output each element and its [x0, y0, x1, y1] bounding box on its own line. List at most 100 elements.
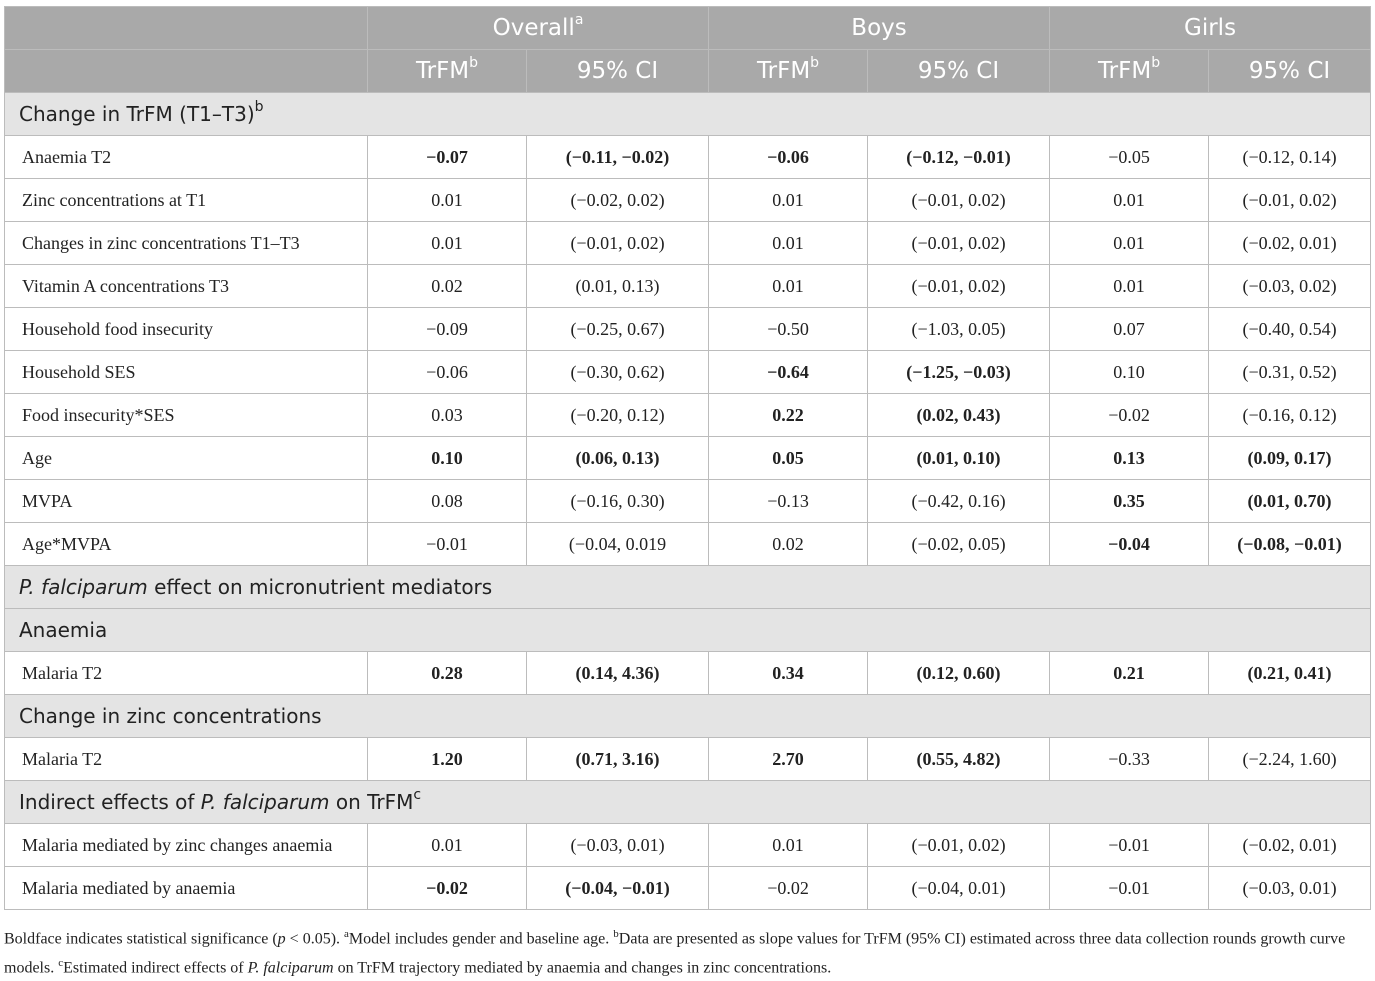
row-label: Malaria T2: [4, 737, 368, 781]
estimate-cell: 0.01: [708, 178, 869, 222]
section-title: Anaemia: [3, 608, 1372, 652]
estimate-cell: −0.06: [367, 350, 527, 394]
group-header-girls: Girls: [1049, 6, 1372, 50]
estimate-cell: 0.02: [708, 522, 869, 566]
estimate-cell: −0.50: [708, 307, 869, 351]
estimate-cell: 0.08: [367, 479, 527, 523]
row-label: Age*MVPA: [4, 522, 368, 566]
estimate-cell: 0.01: [367, 823, 527, 867]
ci-cell: (0.12, 0.60): [867, 651, 1051, 695]
ci-cell: (−0.01, 0.02): [867, 221, 1051, 265]
ci-cell: (−0.03, 0.01): [525, 823, 710, 867]
estimate-cell: 0.13: [1049, 436, 1210, 480]
table-row: Anaemia T2 −0.07 (−0.11, −0.02) −0.06 (−0.12…: [4, 135, 1372, 179]
sub-header-trfm: TrFMb: [708, 49, 869, 93]
group-header-row: Overalla Boys Girls: [4, 6, 1372, 50]
estimate-cell: −0.07: [367, 135, 527, 179]
ci-cell: (−0.02, 0.05): [867, 522, 1051, 566]
section-title: Change in zinc concentrations: [3, 694, 1372, 738]
estimate-cell: 0.22: [708, 393, 869, 437]
ci-cell: (0.09, 0.17): [1208, 436, 1372, 480]
section-title: Change in TrFM (T1–T3)b: [3, 92, 1372, 136]
estimate-cell: 1.20: [367, 737, 527, 781]
sub-header-ci: 95% CI: [1208, 49, 1372, 93]
estimate-cell: 0.10: [367, 436, 527, 480]
group-header-boys: Boys: [708, 6, 1051, 50]
estimate-cell: −0.02: [1049, 393, 1210, 437]
estimate-cell: 0.01: [1049, 178, 1210, 222]
estimate-cell: 0.05: [708, 436, 869, 480]
ci-cell: (−0.30, 0.62): [525, 350, 710, 394]
table-row: Malaria mediated by anaemia −0.02 (−0.04, …: [4, 866, 1372, 910]
ci-cell: (−0.20, 0.12): [525, 393, 710, 437]
table-row: Malaria T2 1.20 (0.71, 3.16) 2.70 (0.55, 4.8…: [4, 737, 1372, 781]
row-label: Household food insecurity: [4, 307, 368, 351]
row-label: Malaria mediated by anaemia: [4, 866, 368, 910]
estimate-cell: 0.01: [367, 221, 527, 265]
row-label: Malaria T2: [4, 651, 368, 695]
table-row: Household food insecurity −0.09 (−0.25, 0.…: [4, 307, 1372, 351]
row-label: Changes in zinc concentrations T1–T3: [4, 221, 368, 265]
estimate-cell: −0.64: [708, 350, 869, 394]
ci-cell: (−0.01, 0.02): [867, 823, 1051, 867]
ci-cell: (−0.01, 0.02): [1208, 178, 1372, 222]
sub-header-row: TrFMb 95% CI TrFMb 95% CI TrFMb 95% CI: [4, 49, 1372, 93]
estimate-cell: −0.05: [1049, 135, 1210, 179]
section-title: P. falciparum effect on micronutrient me…: [3, 565, 1372, 609]
row-label: Vitamin A concentrations T3: [4, 264, 368, 308]
sub-header-ci: 95% CI: [867, 49, 1051, 93]
ci-cell: (−0.16, 0.12): [1208, 393, 1372, 437]
estimate-cell: 0.01: [708, 823, 869, 867]
ci-cell: (−0.01, 0.02): [867, 264, 1051, 308]
ci-cell: (−0.02, 0.01): [1208, 221, 1372, 265]
ci-cell: (−1.25, −0.03): [867, 350, 1051, 394]
ci-cell: (−0.01, 0.02): [867, 178, 1051, 222]
table-row: Food insecurity*SES 0.03 (−0.20, 0.12) 0.22…: [4, 393, 1372, 437]
row-label: Household SES: [4, 350, 368, 394]
table-row: Vitamin A concentrations T3 0.02 (0.01, 0.…: [4, 264, 1372, 308]
estimate-cell: 0.34: [708, 651, 869, 695]
ci-cell: (0.55, 4.82): [867, 737, 1051, 781]
estimate-cell: 0.28: [367, 651, 527, 695]
section-row: P. falciparum effect on micronutrient me…: [3, 565, 1372, 609]
table-row: Household SES −0.06 (−0.30, 0.62) −0.64 (−1.…: [4, 350, 1372, 394]
estimate-cell: 0.01: [1049, 221, 1210, 265]
ci-cell: (0.21, 0.41): [1208, 651, 1372, 695]
estimate-cell: 0.01: [708, 221, 869, 265]
table-row: Zinc concentrations at T1 0.01 (−0.02, 0.0…: [4, 178, 1372, 222]
ci-cell: (−0.04, 0.01): [867, 866, 1051, 910]
estimate-cell: −0.06: [708, 135, 869, 179]
ci-cell: (−0.11, −0.02): [525, 135, 710, 179]
estimate-cell: 0.10: [1049, 350, 1210, 394]
estimate-cell: 0.35: [1049, 479, 1210, 523]
ci-cell: (−0.16, 0.30): [525, 479, 710, 523]
estimate-cell: 0.21: [1049, 651, 1210, 695]
ci-cell: (−0.08, −0.01): [1208, 522, 1372, 566]
estimate-cell: −0.09: [367, 307, 527, 351]
sub-header-trfm: TrFMb: [1049, 49, 1210, 93]
table-row: Changes in zinc concentrations T1–T3 0.01…: [4, 221, 1372, 265]
ci-cell: (−0.12, −0.01): [867, 135, 1051, 179]
header-blank: [4, 6, 368, 50]
ci-cell: (0.71, 3.16): [525, 737, 710, 781]
estimate-cell: 0.01: [367, 178, 527, 222]
estimate-cell: 0.03: [367, 393, 527, 437]
estimate-cell: 0.07: [1049, 307, 1210, 351]
ci-cell: (0.06, 0.13): [525, 436, 710, 480]
ci-cell: (−0.31, 0.52): [1208, 350, 1372, 394]
ci-cell: (−0.04, 0.019: [525, 522, 710, 566]
section-row: Change in TrFM (T1–T3)b: [3, 92, 1372, 136]
sub-header-trfm: TrFMb: [367, 49, 527, 93]
ci-cell: (−2.24, 1.60): [1208, 737, 1372, 781]
group-header-overall: Overalla: [366, 6, 710, 50]
section-row: Change in zinc concentrations: [3, 694, 1372, 738]
ci-cell: (−0.03, 0.01): [1208, 866, 1372, 910]
estimate-cell: −0.01: [1049, 866, 1210, 910]
estimate-cell: −0.02: [367, 866, 527, 910]
ci-cell: (−0.12, 0.14): [1208, 135, 1372, 179]
estimate-cell: −0.01: [1049, 823, 1210, 867]
ci-cell: (−0.42, 0.16): [867, 479, 1051, 523]
estimate-cell: −0.01: [367, 522, 527, 566]
ci-cell: (−0.04, −0.01): [525, 866, 710, 910]
estimate-cell: −0.33: [1049, 737, 1210, 781]
